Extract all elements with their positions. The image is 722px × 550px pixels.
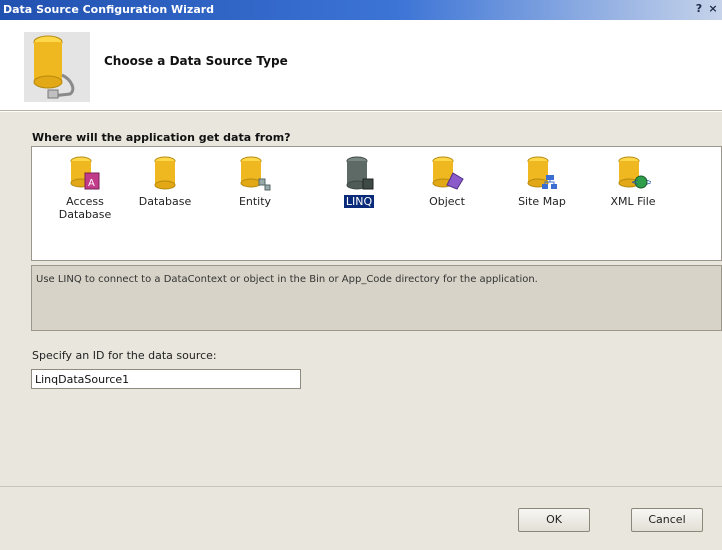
data-source-wizard-icon bbox=[24, 32, 90, 102]
type-label: Database bbox=[138, 195, 192, 208]
type-description: Use LINQ to connect to a DataContext or … bbox=[31, 265, 722, 331]
svg-text:<: < bbox=[631, 178, 639, 188]
type-label: XML File bbox=[610, 195, 656, 208]
source-question-label: Where will the application get data from… bbox=[32, 131, 291, 144]
type-site-map[interactable]: Site Map bbox=[502, 155, 582, 208]
type-entity[interactable]: Entity bbox=[215, 155, 295, 208]
site-map-icon bbox=[527, 156, 557, 189]
cancel-button[interactable]: Cancel bbox=[631, 508, 703, 532]
help-button[interactable]: ? bbox=[694, 2, 704, 16]
close-button[interactable]: × bbox=[708, 2, 718, 16]
type-linq[interactable]: LINQ bbox=[319, 155, 399, 208]
type-label: Entity bbox=[238, 195, 272, 208]
type-database[interactable]: Database bbox=[125, 155, 205, 208]
wizard-window: Data Source Configuration Wizard ? × Cho… bbox=[0, 0, 722, 550]
page-title: Choose a Data Source Type bbox=[104, 54, 288, 68]
id-field-label: Specify an ID for the data source: bbox=[32, 349, 217, 362]
title-bar[interactable]: Data Source Configuration Wizard ? × bbox=[0, 0, 722, 20]
entity-icon bbox=[240, 156, 271, 191]
data-source-id-input[interactable] bbox=[31, 369, 301, 389]
window-title: Data Source Configuration Wizard bbox=[3, 3, 215, 16]
type-label: Site Map bbox=[518, 195, 566, 208]
access-database-icon: A bbox=[70, 156, 100, 190]
data-source-type-list[interactable]: A Access Database Database Entity LINQ O… bbox=[31, 146, 722, 261]
svg-text:>: > bbox=[646, 178, 651, 188]
type-access-database[interactable]: A Access Database bbox=[45, 155, 125, 221]
type-label: Access Database bbox=[58, 195, 112, 221]
xml-file-icon: < > bbox=[618, 156, 651, 189]
object-icon bbox=[432, 156, 464, 190]
database-icon bbox=[154, 156, 176, 190]
type-object[interactable]: Object bbox=[407, 155, 487, 208]
footer-divider bbox=[0, 486, 722, 487]
wizard-header: Choose a Data Source Type bbox=[0, 20, 722, 110]
header-divider-highlight bbox=[0, 111, 722, 112]
type-label: Object bbox=[429, 195, 465, 208]
linq-icon bbox=[346, 156, 374, 190]
ok-button[interactable]: OK bbox=[518, 508, 590, 532]
type-label: LINQ bbox=[343, 195, 375, 208]
svg-text:A: A bbox=[88, 178, 95, 189]
type-xml-file[interactable]: < > XML File bbox=[593, 155, 673, 208]
